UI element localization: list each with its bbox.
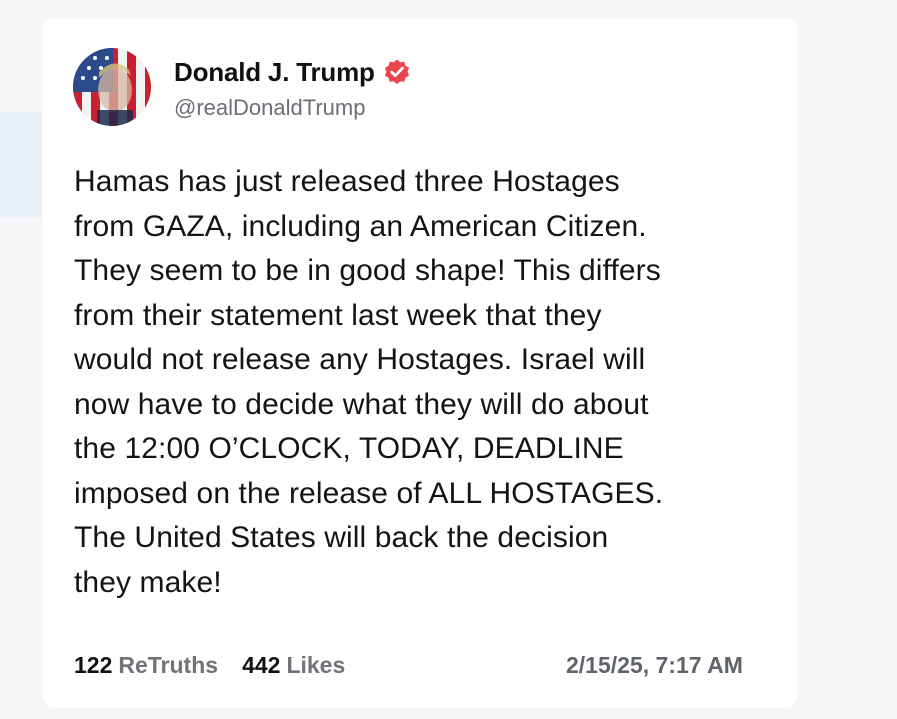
- post-body-line: the 12:00 O’CLOCK, TODAY, DEADLINE: [74, 432, 624, 465]
- likes-label[interactable]: Likes: [286, 652, 345, 679]
- post-body-line: would not release any Hostages. Israel w…: [74, 343, 646, 376]
- post-body-line: imposed on the release of ALL HOSTAGES.: [74, 476, 664, 510]
- post-timestamp[interactable]: 2/15/25, 7:17 AM: [566, 652, 743, 679]
- post-body-text: Hamas has just released three Hostages f…: [74, 160, 774, 605]
- screenshot-page: Donald J. Trump @realDonaldTrump Hamas h…: [0, 0, 897, 719]
- post-body-line: they make!: [74, 565, 222, 599]
- post-body-line: They seem to be in good shape! This diff…: [74, 254, 661, 287]
- author-avatar[interactable]: [73, 48, 151, 126]
- retruths-count[interactable]: 122: [74, 652, 112, 679]
- post-body-line: from their statement last week that they: [74, 298, 602, 332]
- author-handle[interactable]: @realDonaldTrump: [174, 95, 365, 121]
- post-body-line: The United States will back the decision: [74, 521, 609, 554]
- likes-count[interactable]: 442: [242, 652, 280, 679]
- background-side-panel: [0, 112, 44, 218]
- verified-badge-icon: [384, 59, 409, 85]
- post-body-line: Hamas has just released three Hostages: [74, 165, 620, 198]
- post-stats: 122 ReTruths 442 Likes: [74, 652, 345, 679]
- retruths-label[interactable]: ReTruths: [118, 652, 218, 679]
- flag-portrait-avatar: [73, 48, 133, 126]
- author-display-name[interactable]: Donald J. Trump: [174, 57, 375, 88]
- post-body-line: from GAZA, including an American Citizen…: [74, 209, 647, 243]
- author-name-row: Donald J. Trump: [174, 56, 411, 88]
- post-body-line: now have to decide what they will do abo…: [74, 387, 649, 421]
